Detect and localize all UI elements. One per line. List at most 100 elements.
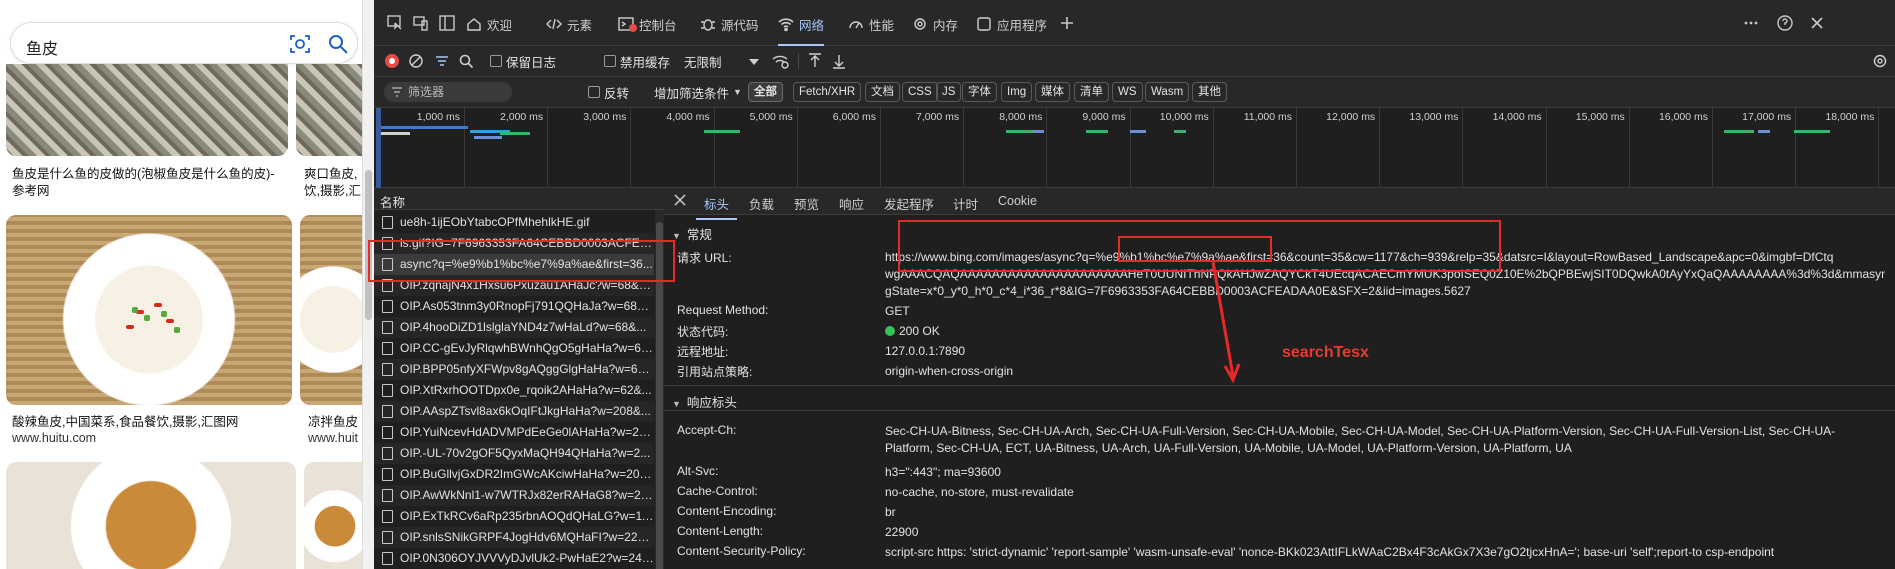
filter-chip-media[interactable]: 媒体	[1035, 82, 1070, 102]
dock-icon[interactable]	[438, 14, 456, 32]
preserve-log-checkbox[interactable]: 保留日志	[490, 52, 556, 70]
page-scrollbar[interactable]	[362, 0, 374, 569]
tab-welcome[interactable]: 欢迎	[466, 14, 512, 34]
result-source-3[interactable]: www.huitu.com	[12, 431, 96, 445]
tab-application-label: 应用程序	[997, 18, 1048, 33]
filter-input[interactable]: 筛选器	[384, 82, 512, 102]
request-row[interactable]: OIP.BuGllvjGxDR2ImGWcAKciwHaHa?w=209...	[374, 464, 654, 485]
inspect-icon[interactable]	[386, 14, 404, 32]
timeline-gridline	[713, 108, 715, 188]
tab-sources[interactable]: 源代码	[700, 14, 759, 34]
tab-cookie[interactable]: Cookie	[998, 194, 1037, 208]
filter-chip-js[interactable]: JS	[936, 82, 962, 102]
result-image-3[interactable]	[6, 215, 292, 405]
filter-icon[interactable]	[434, 53, 450, 69]
network-conditions-icon[interactable]	[772, 53, 790, 69]
tab-memory[interactable]: 内存	[912, 14, 958, 34]
more-icon[interactable]	[1742, 14, 1760, 32]
request-name: OIP.BuGllvjGxDR2ImGWcAKciwHaHa?w=209...	[400, 467, 654, 481]
filter-chip-img[interactable]: Img	[1001, 82, 1033, 102]
general-title: 常规	[686, 228, 712, 242]
request-row[interactable]: OIP.YuiNcevHdADVMPdEeGe0lAHaHa?w=20...	[374, 422, 654, 443]
tab-payload[interactable]: 负载	[749, 194, 774, 213]
request-row[interactable]: OIP.As053tnm3y0RnopFj791QQHaJa?w=68&...	[374, 296, 654, 317]
tab-performance[interactable]: 性能	[848, 14, 894, 34]
search-input[interactable]: 鱼皮	[26, 35, 58, 59]
disable-cache-checkbox[interactable]: 禁用缓存	[604, 52, 670, 70]
more-filters-dropdown[interactable]: 增加筛选条件 ▼	[654, 83, 742, 101]
result-source-4[interactable]: www.huit	[308, 431, 358, 445]
tab-elements[interactable]: 元素	[546, 14, 592, 34]
clear-icon[interactable]	[408, 53, 424, 69]
timeline-tick-label: 1,000 ms	[416, 111, 460, 123]
checkbox-box[interactable]	[490, 55, 502, 67]
add-tab-icon[interactable]	[1058, 14, 1076, 32]
filter-chip-all[interactable]: 全部	[748, 82, 783, 102]
network-toolbar: 保留日志 禁用缓存 无限制	[374, 46, 1895, 77]
tab-console[interactable]: 控制台	[618, 14, 677, 34]
tab-response[interactable]: 响应	[839, 194, 864, 213]
result-image-1[interactable]	[6, 64, 288, 156]
throttle-select[interactable]: 无限制	[684, 52, 722, 70]
header-value: no-cache, no-store, must-revalidate	[885, 485, 1074, 499]
request-row[interactable]: OIP.-UL-70v2gOF5QyxMaQH94QHaHa?w=2...	[374, 443, 654, 464]
record-icon[interactable]	[384, 53, 400, 69]
export-har-icon[interactable]	[832, 53, 846, 69]
request-row[interactable]: OIP.CC-gEvJyRlqwhBWnhQgO5gHaHa?w=62...	[374, 338, 654, 359]
settings-gear-icon[interactable]	[1872, 53, 1888, 69]
request-row[interactable]: OIP.4hooDiZD1lslglaYND4z7wHaLd?w=68&...	[374, 317, 654, 338]
filter-chip-ws[interactable]: WS	[1112, 82, 1143, 102]
chevron-down-icon[interactable]	[748, 57, 760, 67]
filter-chip-font[interactable]: 字体	[962, 82, 997, 102]
general-section-header[interactable]: ▼ 常规	[672, 224, 712, 243]
result-image-4[interactable]	[300, 215, 362, 405]
result-caption-3[interactable]: 酸辣鱼皮,中国菜系,食品餐饮,摄影,汇图网	[12, 414, 292, 431]
request-row[interactable]: OIP.XtRxrhOOTDpx0e_rqoik2AHaHa?w=62&...	[374, 380, 654, 401]
result-image-2[interactable]	[296, 64, 362, 156]
request-row[interactable]: OIP.AwWkNnl1-w7WTRJx82erRAHaG8?w=22...	[374, 485, 654, 506]
result-image-5[interactable]	[6, 462, 296, 569]
filter-chip-css[interactable]: CSS	[902, 82, 938, 102]
search-bar[interactable]: 鱼皮	[10, 22, 358, 64]
request-row[interactable]: ue8h-1ijEObYtabcOPfMhehlkHE.gif	[374, 212, 654, 233]
checkbox-box[interactable]	[604, 55, 616, 67]
tab-initiator[interactable]: 发起程序	[884, 194, 934, 213]
filter-chip-manifest[interactable]: 清单	[1074, 82, 1109, 102]
search-icon[interactable]	[327, 33, 349, 55]
request-row[interactable]: OIP.AAspZTsvl8ax6kOqIFtJkgHaHa?w=208&...	[374, 401, 654, 422]
result-caption-4[interactable]: 凉拌鱼皮	[308, 414, 362, 431]
name-column-header[interactable]: 名称	[374, 188, 664, 210]
timeline-tick-label: 6,000 ms	[832, 111, 876, 123]
tab-timing[interactable]: 计时	[953, 194, 978, 213]
result-caption-1[interactable]: 鱼皮是什么鱼的皮做的(泡椒鱼皮是什么鱼的皮)-参考网	[12, 166, 282, 200]
timeline-overview[interactable]: 1,000 ms 2,000 ms 3,000 ms 4,000 ms 5,000 ms…	[374, 108, 1895, 188]
tab-application[interactable]: 应用程序	[976, 14, 1047, 34]
timeline-window-handle[interactable]	[376, 108, 381, 188]
result-caption-2[interactable]: 爽口鱼皮,	[304, 166, 362, 183]
filter-chip-other[interactable]: 其他	[1192, 82, 1227, 102]
tab-preview[interactable]: 预览	[794, 194, 819, 213]
filter-chip-wasm[interactable]: Wasm	[1145, 82, 1190, 102]
timeline-gridline	[464, 108, 465, 188]
result-image-6[interactable]	[304, 462, 362, 569]
filter-chip-doc[interactable]: 文档	[865, 82, 900, 102]
close-icon[interactable]	[672, 192, 688, 208]
request-row[interactable]: OIP.0N306OYJVVVyDJvlUk2-PwHaE2?w=241...	[374, 548, 654, 569]
request-row[interactable]: OIP.snlsSNikGRPF4JogHdv6MQHaFI?w=229...	[374, 527, 654, 548]
import-har-icon[interactable]	[808, 53, 822, 69]
header-value: Platform, Sec-CH-UA, ECT, UA-Bitness, UA…	[885, 441, 1572, 455]
invert-checkbox[interactable]: 反转	[588, 83, 629, 101]
visual-search-icon[interactable]	[289, 33, 311, 55]
help-icon[interactable]	[1776, 14, 1794, 32]
device-toggle-icon[interactable]	[412, 14, 430, 32]
checkbox-box[interactable]	[588, 86, 600, 98]
tab-network[interactable]: 网络	[778, 14, 825, 46]
code-icon	[546, 18, 562, 30]
tab-headers[interactable]: 标头	[695, 194, 738, 220]
close-devtools-icon[interactable]	[1808, 14, 1826, 32]
request-row[interactable]: OIP.BPP05nfyXFWpv8gAQggGlgHaHa?w=62...	[374, 359, 654, 380]
response-headers-section-header[interactable]: ▼ 响应标头	[672, 392, 737, 411]
search-icon[interactable]	[458, 53, 474, 69]
filter-chip-fetch[interactable]: Fetch/XHR	[793, 82, 862, 102]
request-row[interactable]: OIP.ExTkRCv6aRp235rbnAOQdQHaLG?w=11...	[374, 506, 654, 527]
